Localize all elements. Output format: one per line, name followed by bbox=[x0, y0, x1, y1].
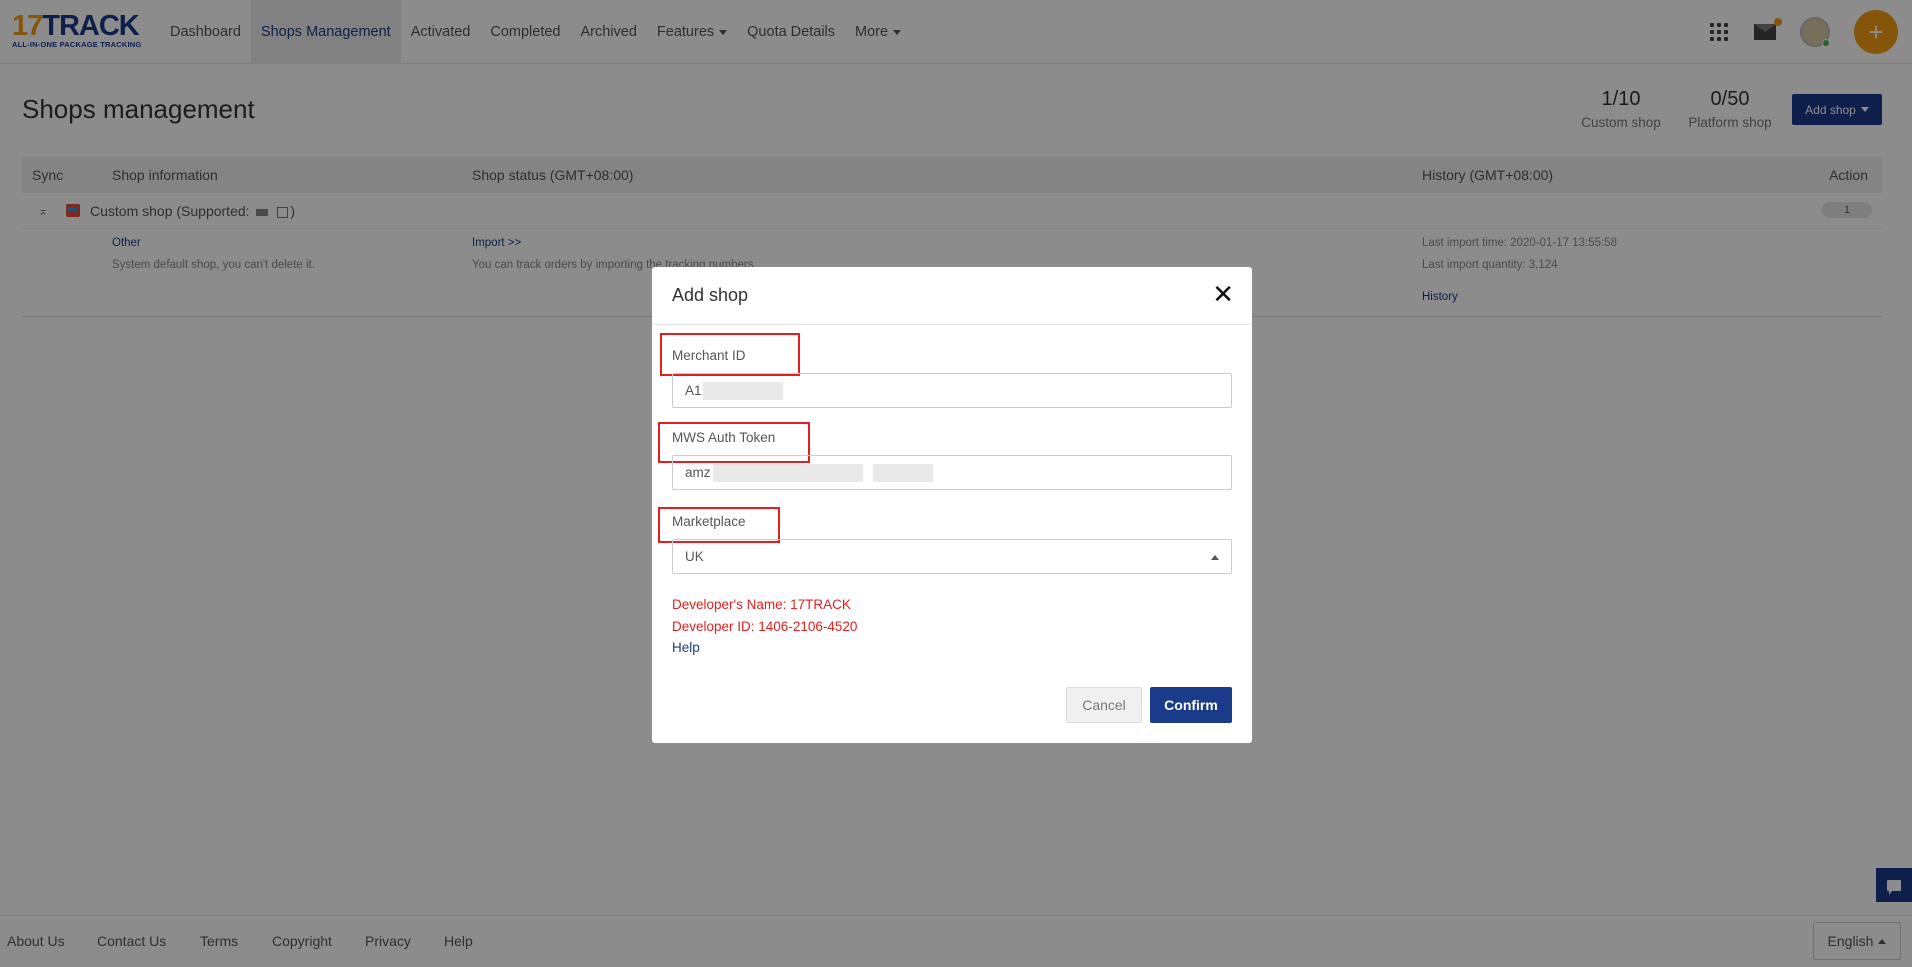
redaction-mask bbox=[873, 464, 933, 482]
redaction-mask bbox=[703, 382, 783, 400]
close-icon[interactable]: ✕ bbox=[1212, 281, 1234, 307]
cancel-button[interactable]: Cancel bbox=[1066, 687, 1142, 723]
modal-header: Add shop ✕ bbox=[652, 267, 1252, 325]
chevron-up-icon bbox=[1211, 555, 1219, 560]
help-link[interactable]: Help bbox=[672, 640, 700, 655]
mws-auth-token-input[interactable]: amz -eed-4417-93ed5 4dd43 bbox=[672, 455, 1232, 490]
add-shop-modal: Add shop ✕ Merchant ID A1 RS MWS Auth To… bbox=[652, 267, 1252, 743]
merchant-id-input[interactable]: A1 RS bbox=[672, 373, 1232, 408]
marketplace-select[interactable]: UK bbox=[672, 539, 1232, 574]
developer-id: Developer ID: 1406-2106-4520 bbox=[672, 619, 858, 634]
confirm-button[interactable]: Confirm bbox=[1150, 687, 1232, 723]
marketplace-value: UK bbox=[685, 549, 704, 564]
mws-auth-token-label: MWS Auth Token bbox=[672, 430, 776, 445]
marketplace-label: Marketplace bbox=[672, 514, 746, 529]
modal-title: Add shop bbox=[672, 285, 749, 305]
merchant-id-label: Merchant ID bbox=[672, 348, 746, 363]
redaction-mask bbox=[713, 464, 863, 482]
developer-name: Developer's Name: 17TRACK bbox=[672, 597, 851, 612]
